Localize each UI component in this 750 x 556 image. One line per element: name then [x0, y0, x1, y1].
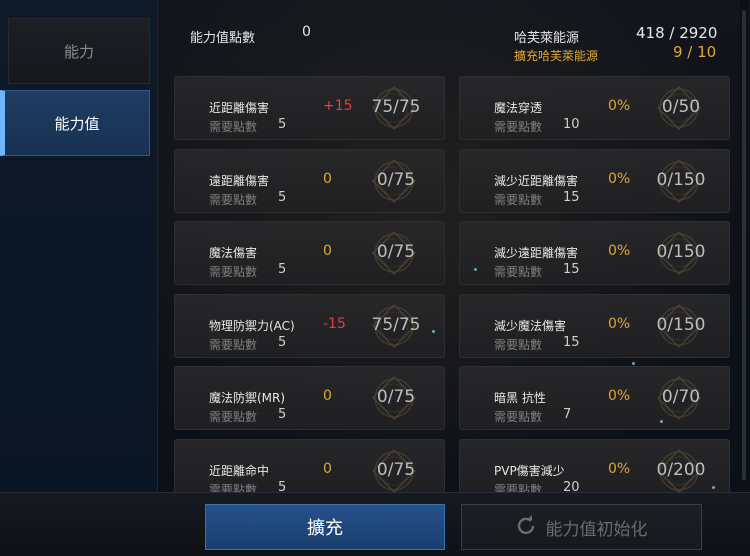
- stat-progress: 0/150: [656, 242, 706, 262]
- tab-ability-values[interactable]: 能力值: [0, 90, 150, 156]
- sparkle: [432, 330, 435, 333]
- refresh-icon: [516, 514, 536, 540]
- stat-progress: 75/75: [371, 97, 421, 117]
- essence-value: 418 / 2920: [636, 24, 718, 42]
- required-points-label: 需要點數: [209, 338, 258, 352]
- stat-bonus: 0%: [608, 461, 631, 477]
- stat-bonus: 0%: [608, 316, 631, 332]
- stat-name: 魔法穿透: [494, 101, 543, 115]
- required-points-value: 5: [278, 262, 287, 277]
- sparkle: [474, 268, 477, 271]
- stat-progress: 0/200: [656, 460, 706, 480]
- required-points-label: 需要點數: [209, 120, 258, 134]
- stat-card-left-5[interactable]: 近距離命中需要點數 5 0 0/75: [174, 439, 445, 492]
- stat-name: 近距離傷害: [209, 101, 270, 115]
- expand-button[interactable]: 擴充: [205, 504, 445, 550]
- stat-card-left-2[interactable]: 魔法傷害需要點數 5 0 0/75: [174, 221, 445, 285]
- stat-card-left-4[interactable]: 魔法防禦(MR) 需要點數 5 0 0/75: [174, 366, 445, 430]
- stat-progress: 0/75: [376, 242, 416, 262]
- required-points-value: 15: [563, 190, 580, 205]
- ability-points-label: 能力值點數: [190, 31, 256, 46]
- stat-card-right-3[interactable]: 減少魔法傷害 需要點數 15 0% 0/150: [459, 294, 730, 358]
- stat-progress: 0/150: [656, 315, 706, 335]
- stat-bonus: +15: [323, 98, 353, 114]
- essence-expand-label: 擴充哈芙萊能源: [514, 49, 599, 63]
- required-points-value: 5: [278, 335, 287, 350]
- required-points-value: 5: [278, 407, 287, 422]
- ability-points-value: 0: [302, 24, 311, 40]
- stat-progress: 75/75: [371, 315, 421, 335]
- reset-button-label: 能力值初始化: [545, 519, 648, 540]
- stat-bonus: 0%: [608, 171, 631, 187]
- stat-progress: 0/70: [661, 387, 701, 407]
- stat-name: 魔法防禦(MR): [209, 391, 286, 405]
- scrollbar-thumb[interactable]: [742, 10, 746, 480]
- required-points-value: 15: [563, 335, 580, 350]
- stat-bonus: 0: [323, 388, 332, 404]
- sparkle: [632, 362, 635, 365]
- stat-progress: 0/75: [376, 170, 416, 190]
- stat-progress: 0/50: [661, 97, 701, 117]
- required-points-label: 需要點數: [494, 265, 543, 279]
- stat-name: 暗黑 抗性: [494, 391, 546, 405]
- stat-card-right-1[interactable]: 減少近距離傷害 需要點數 15 0% 0/150: [459, 149, 730, 213]
- expand-button-label: 擴充: [307, 518, 343, 539]
- required-points-label: 需要點數: [494, 410, 543, 424]
- stat-progress: 0/75: [376, 460, 416, 480]
- stat-card-left-1[interactable]: 遠距離傷害需要點數 5 0 0/75: [174, 149, 445, 213]
- stat-name: 減少魔法傷害: [494, 319, 567, 333]
- stat-name: 遠距離傷害: [209, 174, 270, 188]
- stat-progress: 0/150: [656, 170, 706, 190]
- sparkle: [712, 486, 715, 489]
- required-points-label: 需要點數: [209, 265, 258, 279]
- stat-name: 物理防禦力(AC): [209, 319, 295, 333]
- stat-bonus: 0%: [608, 243, 631, 259]
- stat-card-right-2[interactable]: 減少遠距離傷害 需要點數 15 0% 0/150: [459, 221, 730, 285]
- stat-name: 減少近距離傷害: [494, 174, 579, 188]
- tab-ability-values-label: 能力值: [54, 114, 100, 133]
- required-points-label: 需要點數: [494, 120, 543, 134]
- required-points-label: 需要點數: [494, 483, 543, 492]
- essence-expand-value: 9 / 10: [673, 43, 717, 61]
- stat-name: 魔法傷害: [209, 246, 258, 260]
- stat-bonus: 0: [323, 461, 332, 477]
- stat-name: 減少遠距離傷害: [494, 246, 579, 260]
- required-points-label: 需要點數: [209, 193, 258, 207]
- required-points-value: 15: [563, 262, 580, 277]
- stat-progress: 0/75: [376, 387, 416, 407]
- required-points-value: 5: [278, 117, 287, 132]
- stat-bonus: 0: [323, 243, 332, 259]
- essence-label: 哈芙萊能源: [514, 31, 580, 46]
- stat-name: 近距離命中: [209, 464, 270, 478]
- stat-card-left-0[interactable]: 近距離傷害需要點數 5 +15 75/75: [174, 76, 445, 140]
- sparkle: [660, 420, 663, 423]
- required-points-label: 需要點數: [209, 410, 258, 424]
- required-points-value: 5: [278, 480, 287, 492]
- required-points-label: 需要點數: [494, 193, 543, 207]
- stat-card-left-3[interactable]: 物理防禦力(AC) 需要點數 5 -15 75/75: [174, 294, 445, 358]
- sidebar: 能力 能力值: [0, 0, 158, 492]
- required-points-value: 20: [563, 480, 580, 492]
- stat-name: PVP傷害減少: [494, 464, 565, 478]
- required-points-value: 5: [278, 190, 287, 205]
- stat-bonus: 0%: [608, 388, 631, 404]
- stat-bonus: 0: [323, 171, 332, 187]
- required-points-label: 需要點數: [494, 338, 543, 352]
- required-points-value: 10: [563, 117, 580, 132]
- stat-card-right-0[interactable]: 魔法穿透需要點數 10 0% 0/50: [459, 76, 730, 140]
- stat-bonus: -15: [323, 316, 346, 332]
- stat-card-right-4[interactable]: 暗黑 抗性需要點數 7 0% 0/70: [459, 366, 730, 430]
- tab-abilities[interactable]: 能力: [8, 18, 150, 84]
- reset-button[interactable]: 能力值初始化: [461, 504, 702, 550]
- required-points-value: 7: [563, 407, 572, 422]
- stat-grid: 近距離傷害 需要點數 5 +15 75/75 遠距離傷害 需要點數 5 0 0/75 魔法傷害需…: [174, 76, 730, 492]
- stat-bonus: 0%: [608, 98, 631, 114]
- stat-card-right-5[interactable]: PVP傷害減少需要點數 20 0% 0/200: [459, 439, 730, 492]
- tab-abilities-label: 能力: [63, 42, 94, 61]
- required-points-label: 需要點數: [209, 483, 258, 492]
